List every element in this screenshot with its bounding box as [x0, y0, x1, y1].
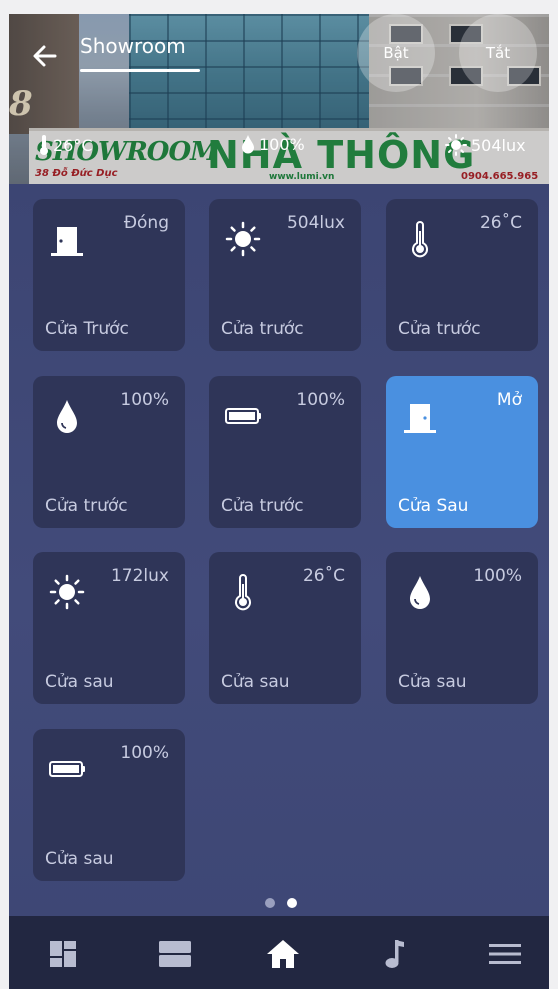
temperature-status: 26°C [39, 134, 93, 156]
light-value: 504lux [471, 135, 526, 155]
device-tile-temperature-back[interactable]: 26˚C Cửa sau [209, 552, 361, 704]
rooms-icon [159, 941, 191, 967]
tile-label: Cửa trước [45, 496, 128, 516]
tile-value: 100% [296, 390, 345, 410]
tile-value: 100% [473, 566, 522, 586]
room-header: 8 SHOWROOM NHÀ THÔNG MINH 38 Đỗ Đức Dục … [9, 14, 549, 184]
tile-label: Cửa sau [221, 672, 290, 692]
tile-label: Cửa sau [45, 672, 114, 692]
door-open-icon [404, 404, 436, 433]
battery-icon [49, 761, 85, 777]
room-status-bar: 26°C 100% 504lux [9, 134, 549, 164]
turn-on-all-button[interactable]: Bật [357, 14, 435, 92]
humidity-status: 100% [241, 134, 305, 154]
tile-value: 100% [120, 390, 169, 410]
device-tile-light-front[interactable]: 504lux Cửa trước [209, 199, 361, 351]
thermometer-icon [40, 135, 48, 155]
thermometer-icon [412, 221, 428, 258]
page-dot[interactable] [265, 898, 275, 908]
humidity-value: 100% [259, 134, 305, 154]
tile-label: Cửa sau [398, 672, 467, 692]
tile-value: 26˚C [302, 566, 345, 586]
tile-value: 504lux [286, 213, 345, 233]
tile-label: Cửa Sau [398, 496, 469, 516]
light-status: 504lux [445, 134, 526, 156]
device-tile-door-back[interactable]: Mở Cửa Sau [386, 376, 538, 528]
device-tile-battery-back[interactable]: 100% Cửa sau [33, 729, 185, 881]
temperature-value: 26°C [53, 135, 93, 155]
tile-value: Mở [496, 390, 522, 410]
tile-label: Cửa sau [45, 849, 114, 869]
device-tile-temperature-front[interactable]: 26˚C Cửa trước [386, 199, 538, 351]
water-drop-icon [57, 400, 77, 433]
door-closed-icon [51, 227, 83, 256]
title-underline [80, 69, 200, 72]
water-drop-icon [242, 135, 254, 154]
home-icon [267, 940, 299, 968]
tile-value: 26˚C [479, 213, 522, 233]
turn-on-label: Bật [383, 44, 409, 62]
page-title[interactable]: Showroom [80, 34, 186, 58]
device-tile-door-front[interactable]: Đóng Cửa Trước [33, 199, 185, 351]
device-tile-humidity-back[interactable]: 100% Cửa sau [386, 552, 538, 704]
sun-icon [49, 574, 85, 610]
device-tile-light-back[interactable]: 172lux Cửa sau [33, 552, 185, 704]
tile-value: 100% [120, 743, 169, 763]
arrow-left-icon [33, 45, 57, 67]
turn-off-all-button[interactable]: Tắt [459, 14, 537, 92]
music-icon [385, 940, 404, 968]
page-indicator [265, 898, 297, 908]
sun-icon [445, 134, 467, 156]
turn-off-label: Tắt [485, 44, 511, 62]
phone-screen: 8 SHOWROOM NHÀ THÔNG MINH 38 Đỗ Đức Dục … [9, 14, 549, 989]
tile-label: Cửa Trước [45, 319, 129, 339]
tile-label: Cửa trước [221, 496, 304, 516]
bottom-navigation [9, 916, 549, 989]
menu-icon [489, 944, 521, 964]
nav-rooms[interactable] [155, 936, 195, 972]
dashboard-icon [50, 941, 76, 967]
water-drop-icon [410, 576, 430, 609]
nav-dashboard[interactable] [43, 936, 83, 972]
thermometer-icon [235, 574, 251, 611]
nav-home[interactable] [263, 936, 303, 972]
battery-icon [225, 408, 261, 424]
device-tile-humidity-front[interactable]: 100% Cửa trước [33, 376, 185, 528]
device-tile-battery-front[interactable]: 100% Cửa trước [209, 376, 361, 528]
tile-value: Đóng [123, 213, 169, 233]
page-dot-active[interactable] [287, 898, 297, 908]
tile-value: 172lux [110, 566, 169, 586]
nav-music[interactable] [375, 936, 415, 972]
sun-icon [225, 221, 261, 257]
tile-label: Cửa trước [221, 319, 304, 339]
tile-label: Cửa trước [398, 319, 481, 339]
back-button[interactable] [29, 40, 61, 72]
nav-menu[interactable] [485, 936, 525, 972]
